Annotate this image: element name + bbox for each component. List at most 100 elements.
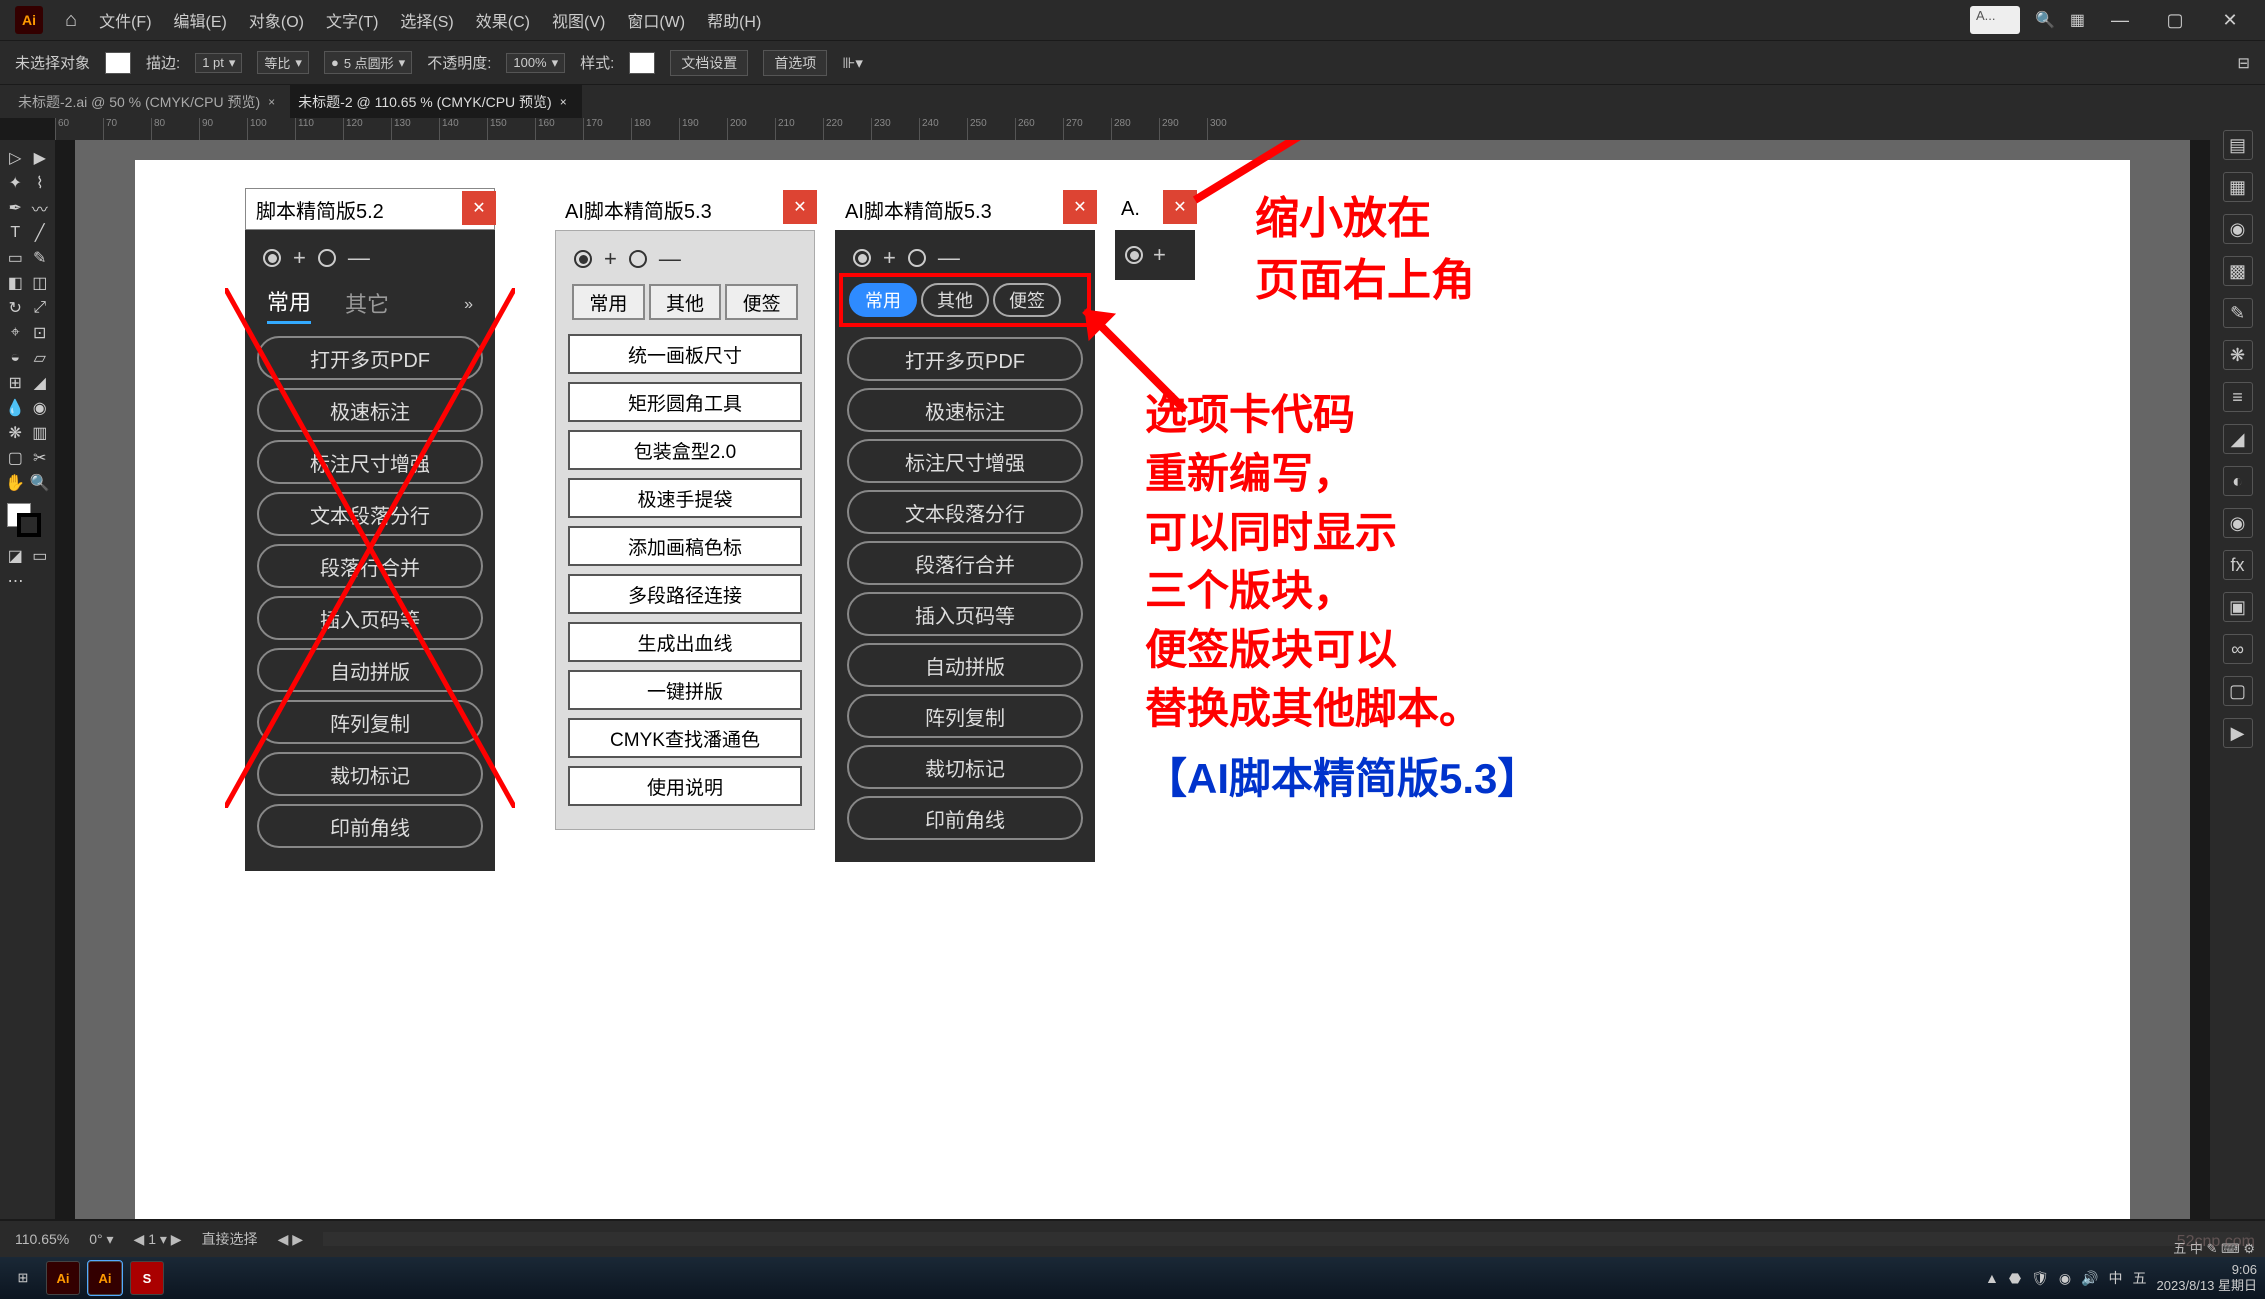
tray-icon[interactable]: ⬣ bbox=[2009, 1270, 2021, 1287]
script-button[interactable]: 自动拼版 bbox=[257, 648, 483, 692]
eraser-tool[interactable]: ◫ bbox=[28, 270, 53, 295]
tab-doc1[interactable]: 未标题-2.ai @ 50 % (CMYK/CPU 预览)× bbox=[10, 85, 290, 118]
lasso-tool[interactable]: ⌇ bbox=[28, 170, 53, 195]
mode-toggle[interactable]: + — bbox=[847, 245, 1083, 271]
ime-icon[interactable]: 中 bbox=[2109, 1268, 2123, 1288]
close-button[interactable]: ✕ bbox=[783, 190, 817, 224]
horizontal-scrollbar[interactable] bbox=[323, 1232, 2250, 1246]
stroke-icon[interactable]: ≡ bbox=[2223, 382, 2253, 412]
color-mode[interactable]: ◪ bbox=[3, 543, 28, 568]
free-transform-tool[interactable]: ⊡ bbox=[28, 320, 53, 345]
taskbar-ai-active-icon[interactable]: Ai bbox=[88, 1261, 122, 1295]
brush-tool[interactable]: ✎ bbox=[28, 245, 53, 270]
radio-off-icon[interactable] bbox=[908, 249, 926, 267]
align-icon[interactable]: ⊪▾ bbox=[842, 54, 863, 72]
swatches-icon[interactable]: ▩ bbox=[2223, 256, 2253, 286]
nav-icon[interactable]: ◀ ▶ bbox=[278, 1231, 303, 1248]
script-button[interactable]: 极速标注 bbox=[257, 388, 483, 432]
direct-select-tool[interactable]: ▶ bbox=[28, 145, 53, 170]
eyedropper-tool[interactable]: 💧 bbox=[3, 395, 28, 420]
fill-swatch[interactable] bbox=[105, 52, 131, 74]
radio-on-icon[interactable] bbox=[1125, 246, 1143, 264]
script-button[interactable]: 添加画稿色标 bbox=[568, 526, 802, 566]
radio-on-icon[interactable] bbox=[853, 249, 871, 267]
edit-toolbar[interactable]: ⋯ bbox=[3, 568, 28, 593]
gradient-tool[interactable]: ◢ bbox=[28, 370, 53, 395]
brush-dd[interactable]: ● 5 点圆形 ▾ bbox=[324, 51, 412, 74]
graphic-styles-icon[interactable]: fx bbox=[2223, 550, 2253, 580]
selection-tool[interactable]: ▷ bbox=[3, 145, 28, 170]
close-button[interactable]: ✕ bbox=[462, 191, 496, 225]
menu-effect[interactable]: 效果(C) bbox=[476, 8, 530, 32]
slice-tool[interactable]: ✂ bbox=[28, 445, 53, 470]
shape-builder-tool[interactable]: ◒ bbox=[3, 345, 28, 370]
menu-help[interactable]: 帮助(H) bbox=[707, 8, 761, 32]
curvature-tool[interactable]: 〰 bbox=[28, 195, 53, 220]
fill-stroke-selector[interactable] bbox=[3, 503, 52, 543]
ime-icon[interactable]: 五 bbox=[2133, 1268, 2147, 1288]
blend-tool[interactable]: ◉ bbox=[28, 395, 53, 420]
close-button[interactable]: ✕ bbox=[1063, 190, 1097, 224]
width-tool[interactable]: ⌖ bbox=[3, 320, 28, 345]
menu-type[interactable]: 文字(T) bbox=[326, 8, 378, 32]
script-button[interactable]: 矩形圆角工具 bbox=[568, 382, 802, 422]
script-button[interactable]: 使用说明 bbox=[568, 766, 802, 806]
script-button[interactable]: 印前角线 bbox=[847, 796, 1083, 840]
panel-title[interactable]: A. ✕ bbox=[1115, 188, 1195, 230]
script-button[interactable]: 极速标注 bbox=[847, 388, 1083, 432]
artboards-icon[interactable]: ▢ bbox=[2223, 676, 2253, 706]
perspective-tool[interactable]: ▱ bbox=[28, 345, 53, 370]
appearance-icon[interactable]: ◉ bbox=[2223, 508, 2253, 538]
arrange-icon[interactable]: ▦ bbox=[2070, 10, 2085, 30]
tray-icon[interactable]: 🛡 bbox=[2031, 1270, 2049, 1287]
script-button[interactable]: 插入页码等 bbox=[847, 592, 1083, 636]
menu-window[interactable]: 窗口(W) bbox=[627, 8, 685, 32]
zoom-tool[interactable]: 🔍 bbox=[28, 470, 53, 495]
script-button[interactable]: 标注尺寸增强 bbox=[847, 439, 1083, 483]
shaper-tool[interactable]: ◧ bbox=[3, 270, 28, 295]
script-button[interactable]: 阵列复制 bbox=[847, 694, 1083, 738]
radio-off-icon[interactable] bbox=[318, 249, 336, 267]
tab-common[interactable]: 常用 bbox=[267, 285, 311, 324]
volume-icon[interactable]: 🔊 bbox=[2081, 1270, 2098, 1287]
mesh-tool[interactable]: ⊞ bbox=[3, 370, 28, 395]
panel-collapse-icon[interactable]: ⊟ bbox=[2237, 54, 2250, 72]
tab-notes[interactable]: 便签 bbox=[993, 283, 1061, 317]
radio-on-icon[interactable] bbox=[263, 249, 281, 267]
style-swatch[interactable] bbox=[629, 52, 655, 74]
script-button[interactable]: 文本段落分行 bbox=[257, 492, 483, 536]
brushes-icon[interactable]: ✎ bbox=[2223, 298, 2253, 328]
maximize-button[interactable]: ▢ bbox=[2155, 10, 2195, 31]
tab-notes[interactable]: 便签 bbox=[725, 284, 798, 320]
tab-common[interactable]: 常用 bbox=[849, 283, 917, 317]
script-button[interactable]: 裁切标记 bbox=[257, 752, 483, 796]
script-button[interactable]: 统一画板尺寸 bbox=[568, 334, 802, 374]
script-button[interactable]: 阵列复制 bbox=[257, 700, 483, 744]
graph-tool[interactable]: ▥ bbox=[28, 420, 53, 445]
script-button[interactable]: 生成出血线 bbox=[568, 622, 802, 662]
chevron-icon[interactable]: » bbox=[464, 296, 473, 314]
symbols-icon[interactable]: ❋ bbox=[2223, 340, 2253, 370]
script-button[interactable]: 段落行合并 bbox=[257, 544, 483, 588]
panel-title[interactable]: 脚本精简版5.2 ✕ bbox=[245, 188, 495, 230]
menu-file[interactable]: 文件(F) bbox=[99, 8, 151, 32]
color-icon[interactable]: ◉ bbox=[2223, 214, 2253, 244]
taskbar-ai-icon[interactable]: Ai bbox=[46, 1261, 80, 1295]
mode-toggle[interactable]: + bbox=[1115, 230, 1195, 280]
pen-tool[interactable]: ✒ bbox=[3, 195, 28, 220]
links-icon[interactable]: ∞ bbox=[2223, 634, 2253, 664]
tray-icon[interactable]: ▲ bbox=[1985, 1270, 1999, 1286]
script-button[interactable]: CMYK查找潘通色 bbox=[568, 718, 802, 758]
rotation[interactable]: 0° ▾ bbox=[89, 1231, 113, 1248]
search-icon[interactable]: 🔍 bbox=[2035, 10, 2055, 30]
screen-mode[interactable]: ▭ bbox=[28, 543, 53, 568]
menu-view[interactable]: 视图(V) bbox=[552, 8, 605, 32]
script-button[interactable]: 自动拼版 bbox=[847, 643, 1083, 687]
close-button[interactable]: ✕ bbox=[2210, 10, 2250, 31]
search-input[interactable]: A... bbox=[1970, 6, 2020, 34]
scale-tool[interactable]: ⤢ bbox=[28, 295, 53, 320]
minimize-button[interactable]: — bbox=[2100, 10, 2140, 31]
zoom-level[interactable]: 110.65% bbox=[15, 1231, 69, 1247]
radio-on-icon[interactable] bbox=[574, 250, 592, 268]
script-button[interactable]: 裁切标记 bbox=[847, 745, 1083, 789]
